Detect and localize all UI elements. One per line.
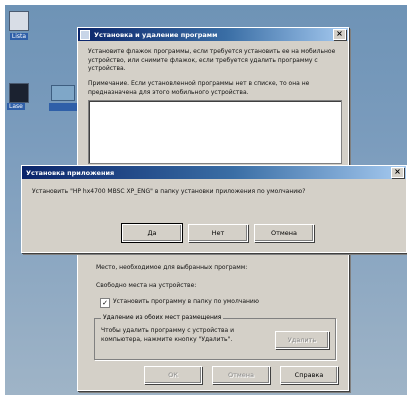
yes-button[interactable]: Да bbox=[121, 223, 183, 243]
folder-icon[interactable] bbox=[51, 85, 75, 101]
window-icon bbox=[80, 29, 90, 40]
cancel-button[interactable]: Отмена bbox=[212, 366, 270, 384]
no-button[interactable]: Нет bbox=[188, 224, 248, 242]
confirm-titlebar: Установка приложения × bbox=[22, 166, 406, 179]
desktop-icon-2[interactable] bbox=[9, 83, 29, 103]
free-space-label: Свободно места на устройстве: bbox=[96, 282, 197, 289]
remove-groupbox: Удаление из обоих мест размещения Чтобы … bbox=[94, 314, 336, 360]
add-remove-titlebar: Установка и удаление программ × bbox=[78, 28, 348, 41]
desktop-icon-3[interactable]: Lase bbox=[7, 101, 25, 110]
ok-button[interactable]: ОК bbox=[144, 366, 202, 384]
note-text: Примечание. Если установленной программы… bbox=[88, 80, 310, 96]
confirm-message: Установить "HP hx4700 MBSC XP_ENG" в пап… bbox=[32, 188, 306, 195]
confirm-cancel-button[interactable]: Отмена bbox=[254, 224, 314, 242]
desktop-icon-label-bar bbox=[49, 103, 79, 111]
desktop-icon-label: Lase bbox=[7, 103, 25, 110]
desktop: Lista Lase Установка и удаление программ… bbox=[5, 5, 407, 395]
close-icon[interactable]: × bbox=[333, 29, 346, 40]
screenshot-frame: Lista Lase Установка и удаление программ… bbox=[5, 5, 407, 395]
desktop-icon-label: Lista bbox=[9, 33, 29, 40]
install-default-checkbox[interactable]: ✓ bbox=[100, 298, 110, 308]
install-confirm-dialog: Установка приложения × Установить "HP hx… bbox=[21, 165, 407, 253]
remove-group-text: Чтобы удалить программу с устройства и к… bbox=[101, 327, 234, 343]
confirm-title: Установка приложения bbox=[26, 168, 115, 177]
document-icon bbox=[9, 11, 29, 31]
close-icon[interactable]: × bbox=[391, 167, 404, 178]
install-default-label: Установить программу в папку по умолчани… bbox=[113, 298, 259, 305]
program-list[interactable] bbox=[88, 100, 342, 164]
computer-icon bbox=[9, 83, 29, 103]
intro-text: Установите флажок программы, если требуе… bbox=[88, 48, 336, 72]
dialog-title: Установка и удаление программ bbox=[94, 30, 218, 39]
remove-button[interactable]: Удалить bbox=[275, 331, 329, 349]
remove-group-title: Удаление из обоих мест размещения bbox=[101, 314, 224, 321]
help-button[interactable]: Справка bbox=[280, 366, 338, 384]
desktop-icon-1[interactable]: Lista bbox=[9, 11, 29, 40]
space-required-label: Место, необходимое для выбранных програм… bbox=[96, 264, 248, 271]
